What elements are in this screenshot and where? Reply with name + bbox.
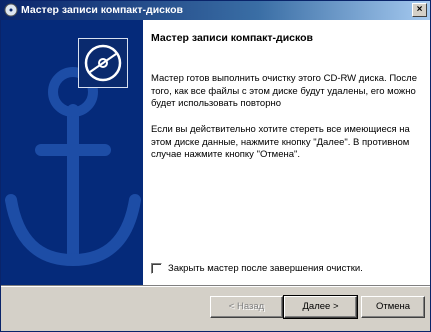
cd-wizard-icon — [4, 3, 18, 17]
content-panel: Мастер записи компакт-дисков Мастер гото… — [143, 20, 430, 285]
info-paragraph: Мастер готов выполнить очистку этого CD-… — [151, 73, 418, 109]
next-button[interactable]: Далее > — [283, 295, 358, 319]
instruction-paragraph: Если вы действительно хотите стереть все… — [151, 124, 410, 160]
close-wizard-option[interactable]: Закрыть мастер после завершения очистки. — [151, 263, 363, 274]
cancel-button[interactable]: Отмена — [361, 296, 425, 318]
wizard-banner — [1, 20, 143, 285]
close-wizard-label[interactable]: Закрыть мастер после завершения очистки. — [168, 263, 363, 274]
wizard-window: Мастер записи компакт-дисков × Мастер за… — [0, 0, 431, 332]
back-button[interactable]: < Назад — [210, 296, 283, 318]
close-wizard-checkbox[interactable] — [151, 263, 162, 274]
title-bar: Мастер записи компакт-дисков × — [1, 1, 430, 20]
close-button[interactable]: × — [412, 3, 427, 17]
cd-disc-icon — [78, 38, 128, 88]
footer-separator — [1, 285, 430, 287]
wizard-heading: Мастер записи компакт-дисков — [151, 32, 313, 44]
button-bar: < Назад Далее > Отмена — [1, 285, 430, 331]
window-title: Мастер записи компакт-дисков — [21, 4, 183, 16]
